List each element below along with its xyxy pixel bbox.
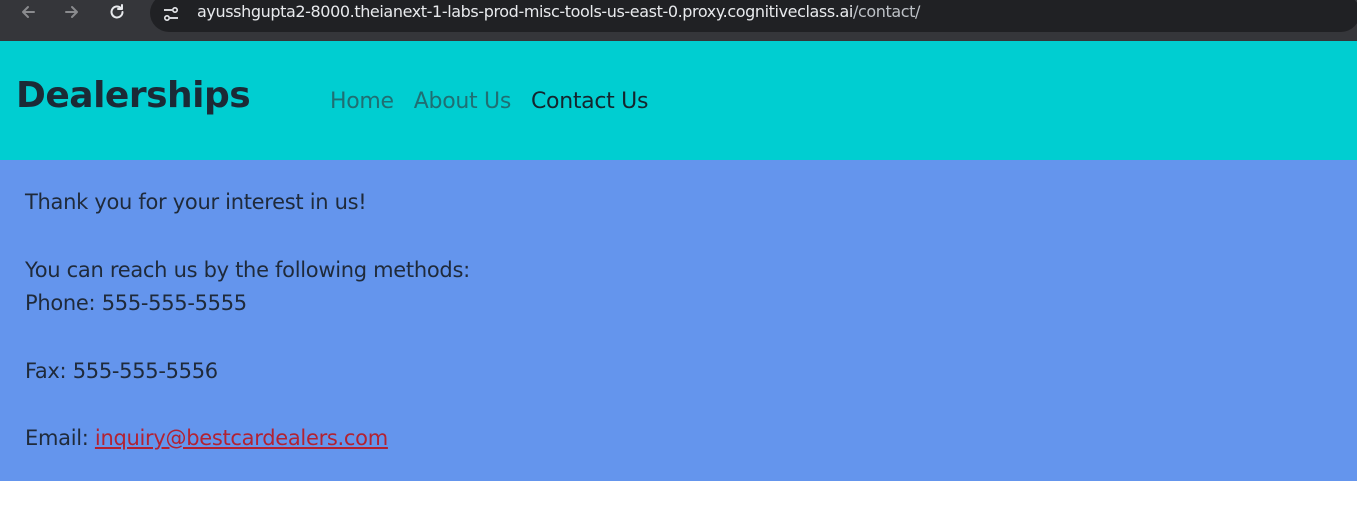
site-navbar: Dealerships Home About Us Contact Us xyxy=(0,41,1357,160)
browser-toolbar: ayusshgupta2-8000.theianext-1-labs-prod-… xyxy=(0,0,1357,41)
url-path: /contact/ xyxy=(852,2,921,21)
thanks-text: Thank you for your interest in us! xyxy=(25,190,367,214)
url-text: ayusshgupta2-8000.theianext-1-labs-prod-… xyxy=(197,2,920,21)
site-info-icon[interactable] xyxy=(162,5,180,23)
nav-links: Home About Us Contact Us xyxy=(330,89,648,114)
url-host: ayusshgupta2-8000.theianext-1-labs-prod-… xyxy=(197,2,853,21)
nav-link-about-us[interactable]: About Us xyxy=(414,89,512,114)
contact-content: Thank you for your interest in us! You c… xyxy=(0,160,1357,481)
reload-icon[interactable] xyxy=(105,0,129,24)
back-arrow-icon[interactable] xyxy=(16,0,40,24)
forward-arrow-icon[interactable] xyxy=(60,0,84,24)
email-label: Email: xyxy=(25,426,95,450)
email-link[interactable]: inquiry@bestcardealers.com xyxy=(95,426,388,450)
email-line: Email: inquiry@bestcardealers.com xyxy=(25,426,388,450)
nav-link-contact-us[interactable]: Contact Us xyxy=(531,89,648,114)
fax-text: Fax: 555-555-5556 xyxy=(25,359,218,383)
brand-title[interactable]: Dealerships xyxy=(16,75,251,116)
reach-text: You can reach us by the following method… xyxy=(25,258,470,282)
address-bar[interactable]: ayusshgupta2-8000.theianext-1-labs-prod-… xyxy=(150,0,1357,32)
phone-text: Phone: 555-555-5555 xyxy=(25,291,247,315)
nav-link-home[interactable]: Home xyxy=(330,89,394,114)
